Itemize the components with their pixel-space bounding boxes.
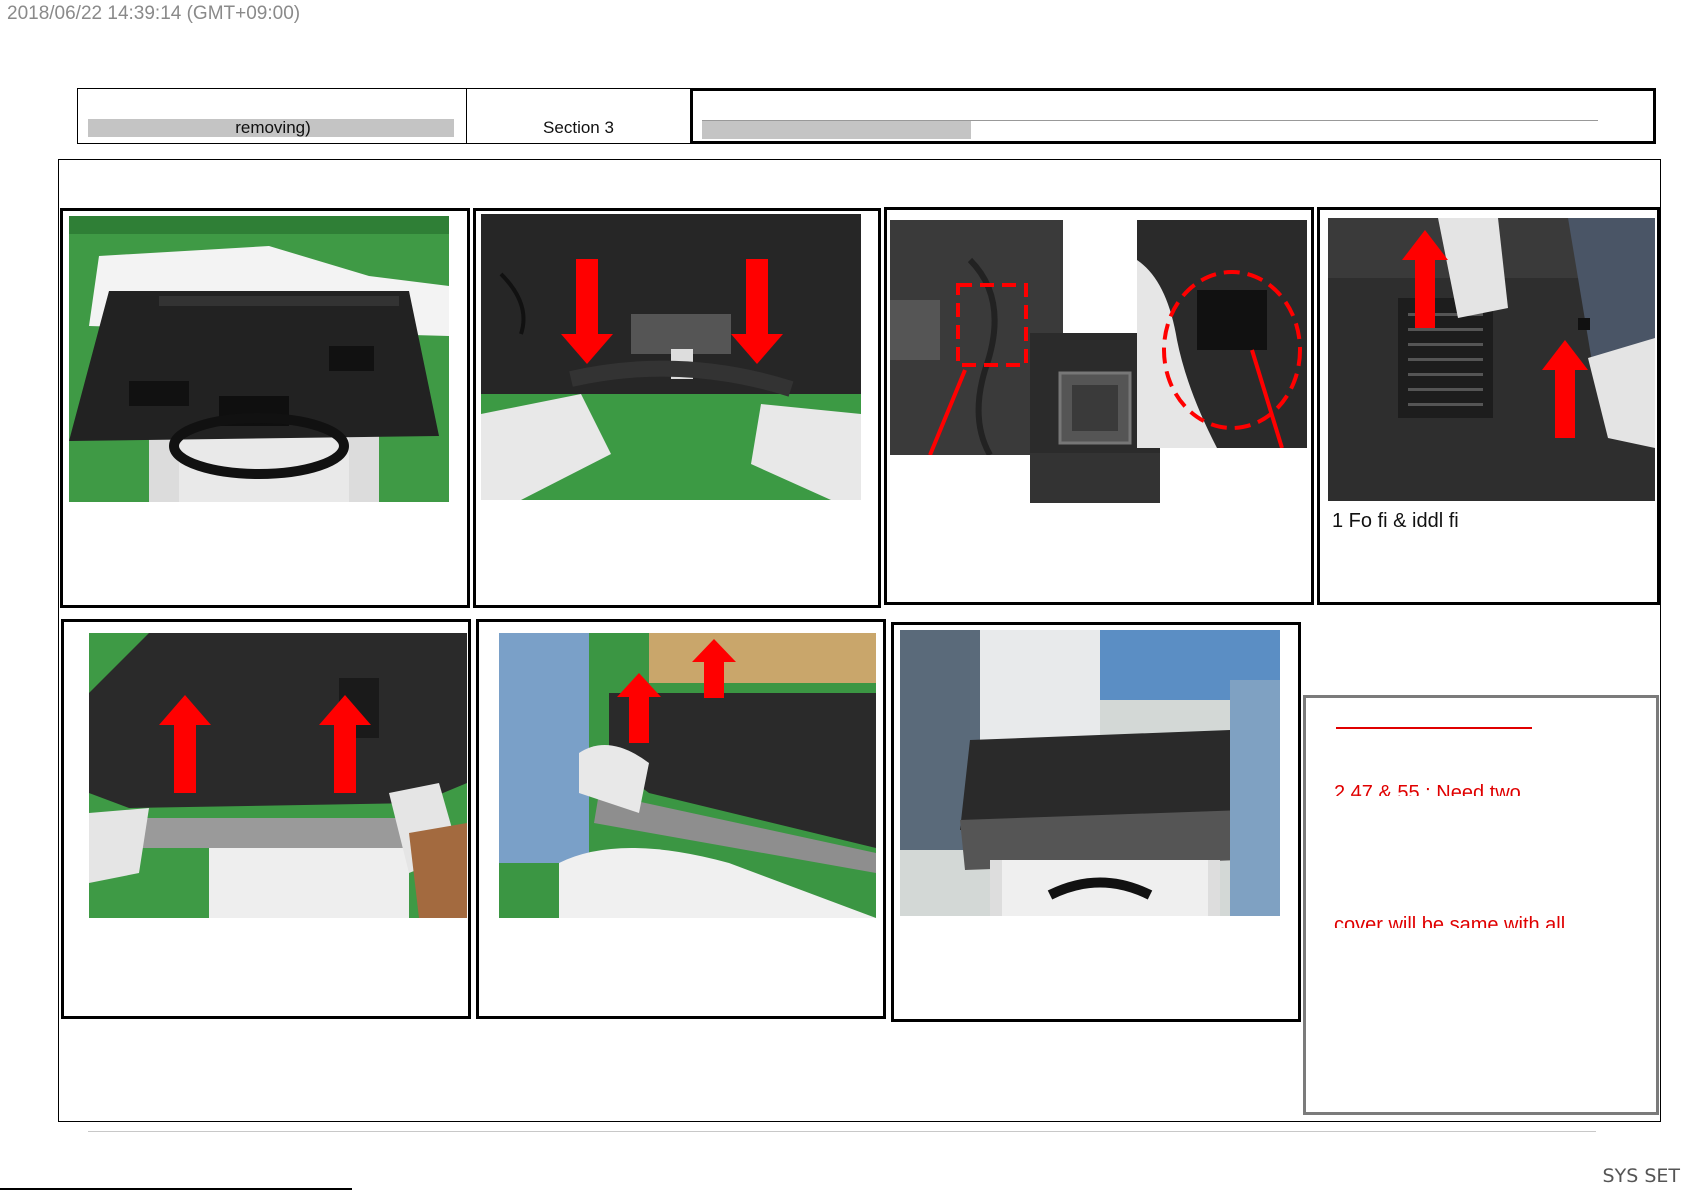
note-line-1: 2 47 & 55 : Need two (1334, 782, 1521, 796)
step-caption-3 (897, 510, 1297, 532)
step-caption-5 (74, 922, 454, 944)
timestamp: 2018/06/22 14:39:14 (GMT+09:00) (7, 3, 301, 24)
step-panel-7 (891, 622, 1301, 1022)
header-cell-description (690, 88, 1656, 144)
bottom-rule (0, 1188, 352, 1190)
header-desc-bar (702, 121, 971, 139)
step-caption-7 (904, 925, 1284, 947)
step-photo-6 (499, 633, 876, 918)
header-section-text: Section 3 (543, 118, 614, 137)
note-box: 2 47 & 55 : Need two cover will be same … (1303, 695, 1659, 1115)
step-caption-1 (73, 511, 453, 533)
step-photo-7 (900, 630, 1280, 916)
step-photo-5 (89, 633, 467, 918)
footer-divider (88, 1131, 1596, 1132)
step-panel-3 (884, 207, 1314, 605)
header-cell-title-text: removing) (235, 118, 311, 137)
header-desc-line (702, 120, 1598, 121)
step-panel-5 (61, 619, 471, 1019)
doc-header: removing) Section 3 (77, 88, 1656, 144)
note-line-2: cover will be same with all (1334, 914, 1566, 928)
footer-label: SYS SET (1602, 1165, 1680, 1187)
note-underline (1336, 727, 1532, 729)
step-photo-2 (481, 214, 861, 500)
header-cell-title: removing) (77, 88, 467, 144)
step-photo-4 (1328, 218, 1655, 501)
step-panel-2 (473, 208, 881, 608)
step-photo-1 (69, 216, 449, 502)
step-caption-4: 1 Fo fi & iddl fi (1332, 510, 1459, 530)
step-caption-6 (489, 922, 869, 944)
step-panel-4: 1 Fo fi & iddl fi (1317, 207, 1660, 605)
step-panel-6 (476, 619, 886, 1019)
step-panel-1 (60, 208, 470, 608)
step-photo-3c (1137, 220, 1307, 448)
header-cell-section: Section 3 (465, 88, 692, 144)
step-caption-2 (486, 511, 866, 533)
